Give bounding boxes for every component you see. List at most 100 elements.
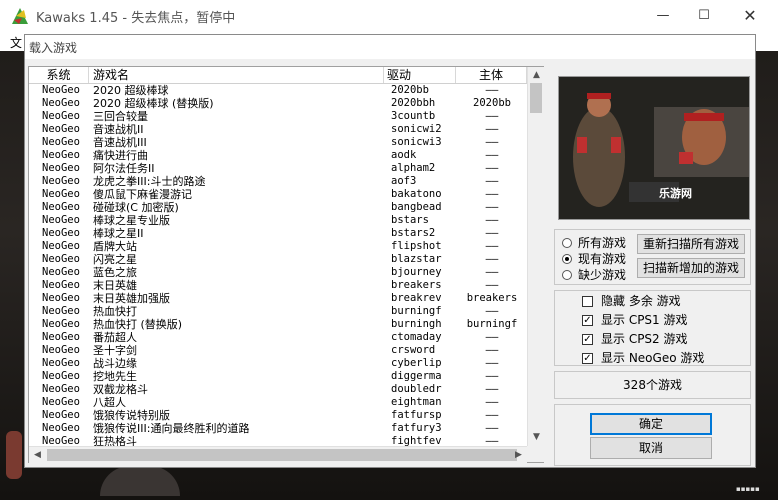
cell-game-name: 末日英雄: [93, 279, 137, 292]
game-row[interactable]: NeoGeo 痛快进行曲 aodk ——: [29, 149, 527, 162]
ok-button[interactable]: 确定: [590, 413, 712, 435]
radio-existing-games[interactable]: 现有游戏: [562, 251, 626, 267]
cell-driver: crsword: [391, 344, 436, 356]
menu-item-file[interactable]: 文: [10, 34, 22, 51]
maximize-icon[interactable]: ☐: [681, 0, 727, 31]
cell-system: NeoGeo: [42, 292, 80, 304]
scan-new-button[interactable]: 扫描新增加的游戏: [637, 258, 745, 278]
cell-system: NeoGeo: [42, 214, 80, 226]
horizontal-scroll-thumb[interactable]: [47, 449, 517, 461]
checkbox[interactable]: ✓: [582, 352, 593, 364]
cell-parent: ——: [485, 84, 499, 96]
check-show-neogeo[interactable]: ✓ 显示 NeoGeo 游戏: [582, 350, 704, 366]
cell-game-name: 末日英雄加强版: [93, 292, 170, 305]
cell-system: NeoGeo: [42, 422, 80, 434]
close-icon[interactable]: ✕: [727, 0, 773, 31]
game-row[interactable]: NeoGeo 碰碰球(C 加密版) bangbead ——: [29, 201, 527, 214]
cell-system: NeoGeo: [42, 344, 80, 356]
cell-system: NeoGeo: [42, 84, 80, 96]
scroll-up-icon[interactable]: ▲: [528, 67, 545, 83]
game-row[interactable]: NeoGeo 棒球之星II bstars2 ——: [29, 227, 527, 240]
checkbox[interactable]: ✓: [582, 333, 593, 345]
game-list[interactable]: 系统 游戏名 驱动 主体 NeoGeo 2020 超级棒球 2020bb —— NeoG…: [28, 66, 545, 463]
game-preview-image: 乐游网: [558, 76, 750, 220]
dialog-title: 载入游戏: [29, 41, 78, 55]
cell-system: NeoGeo: [42, 396, 80, 408]
cell-parent: ——: [485, 409, 499, 421]
radio-label: 所有游戏: [578, 236, 627, 250]
radio-button[interactable]: [562, 238, 572, 248]
column-header-driver[interactable]: 驱动: [384, 67, 456, 83]
column-header-parent[interactable]: 主体: [456, 67, 527, 83]
column-header-system[interactable]: 系统: [29, 67, 89, 83]
minimize-icon[interactable]: —: [640, 0, 686, 31]
scroll-down-icon[interactable]: ▼: [528, 429, 545, 445]
dialog-titlebar: 载入游戏: [25, 35, 755, 59]
game-row[interactable]: NeoGeo 傻瓜鼠下麻雀漫游记 bakatono ——: [29, 188, 527, 201]
radio-missing-games[interactable]: 缺少游戏: [562, 267, 626, 283]
game-row[interactable]: NeoGeo 挖地先生 diggerma ——: [29, 370, 527, 383]
horizontal-scrollbar[interactable]: ◀ ▶: [29, 446, 527, 463]
game-row[interactable]: NeoGeo 八超人 eightman ——: [29, 396, 527, 409]
rescan-all-button[interactable]: 重新扫描所有游戏: [637, 234, 745, 254]
game-row[interactable]: NeoGeo 末日英雄加强版 breakrev breakers: [29, 292, 527, 305]
game-row[interactable]: NeoGeo 2020 超级棒球 (替换版) 2020bbh 2020bb: [29, 97, 527, 110]
cell-system: NeoGeo: [42, 136, 80, 148]
game-row[interactable]: NeoGeo 盾牌大站 flipshot ——: [29, 240, 527, 253]
game-row[interactable]: NeoGeo 龙虎之拳III:斗士的路途 aof3 ——: [29, 175, 527, 188]
radio-button[interactable]: [562, 270, 572, 280]
radio-all-games[interactable]: 所有游戏: [562, 235, 626, 251]
cell-parent: ——: [485, 123, 499, 135]
kawaks-app-icon: [12, 8, 28, 24]
cell-game-name: 碰碰球(C 加密版): [93, 201, 179, 214]
game-row[interactable]: NeoGeo 2020 超级棒球 2020bb ——: [29, 84, 527, 97]
cell-game-name: 闪亮之星: [93, 253, 137, 266]
vertical-scrollbar[interactable]: ▲ ▼: [527, 67, 545, 446]
checkbox[interactable]: [582, 295, 593, 307]
cell-system: NeoGeo: [42, 188, 80, 200]
cell-parent: ——: [485, 175, 499, 187]
game-row[interactable]: NeoGeo 三回合较量 3countb ——: [29, 110, 527, 123]
game-row[interactable]: NeoGeo 末日英雄 breakers ——: [29, 279, 527, 292]
check-show-cps1[interactable]: ✓ 显示 CPS1 游戏: [582, 312, 688, 328]
cell-driver: cyberlip: [391, 357, 442, 369]
filter-group: 所有游戏 现有游戏 缺少游戏 重新扫描所有游戏 扫描新增加的游戏: [554, 229, 751, 285]
game-row[interactable]: NeoGeo 战斗边缘 cyberlip ——: [29, 357, 527, 370]
cell-parent: ——: [485, 162, 499, 174]
radio-button[interactable]: [562, 254, 572, 264]
checkbox[interactable]: ✓: [582, 314, 593, 326]
cell-game-name: 狂热格斗: [93, 435, 137, 446]
check-hide-redundant[interactable]: 隐藏 多余 游戏: [582, 293, 681, 309]
column-header-name[interactable]: 游戏名: [89, 67, 384, 83]
game-row[interactable]: NeoGeo 音速战机III sonicwi3 ——: [29, 136, 527, 149]
cell-parent: ——: [485, 344, 499, 356]
game-row[interactable]: NeoGeo 棒球之星专业版 bstars ——: [29, 214, 527, 227]
game-row[interactable]: NeoGeo 热血快打 burningf ——: [29, 305, 527, 318]
cell-game-name: 盾牌大站: [93, 240, 137, 253]
cell-system: NeoGeo: [42, 305, 80, 317]
vertical-scroll-thumb[interactable]: [530, 83, 542, 113]
scroll-right-icon[interactable]: ▶: [510, 447, 527, 463]
game-row[interactable]: NeoGeo 圣十字剑 crsword ——: [29, 344, 527, 357]
game-row[interactable]: NeoGeo 阿尔法任务II alpham2 ——: [29, 162, 527, 175]
cell-driver: bangbead: [391, 201, 442, 213]
game-row[interactable]: NeoGeo 热血快打 (替换版) burningh burningf: [29, 318, 527, 331]
cell-game-name: 三回合较量: [93, 110, 148, 123]
game-row[interactable]: NeoGeo 音速战机II sonicwi2 ——: [29, 123, 527, 136]
scroll-left-icon[interactable]: ◀: [29, 447, 46, 463]
cell-game-name: 阿尔法任务II: [93, 162, 155, 175]
game-row[interactable]: NeoGeo 闪亮之星 blazstar ——: [29, 253, 527, 266]
game-row[interactable]: NeoGeo 饿狼传说III:通向最终胜利的道路 fatfury3 ——: [29, 422, 527, 435]
game-row[interactable]: NeoGeo 番茄超人 ctomaday ——: [29, 331, 527, 344]
cell-game-name: 音速战机II: [93, 123, 144, 136]
check-show-cps2[interactable]: ✓ 显示 CPS2 游戏: [582, 331, 688, 347]
game-row[interactable]: NeoGeo 饿狼传说特别版 fatfursp ——: [29, 409, 527, 422]
cell-parent: ——: [485, 227, 499, 239]
game-row[interactable]: NeoGeo 狂热格斗 fightfev ——: [29, 435, 527, 446]
cancel-button[interactable]: 取消: [590, 437, 712, 459]
game-row[interactable]: NeoGeo 蓝色之旅 bjourney ——: [29, 266, 527, 279]
cell-game-name: 番茄超人: [93, 331, 137, 344]
cell-system: NeoGeo: [42, 253, 80, 265]
cell-game-name: 2020 超级棒球 (替换版): [93, 97, 214, 110]
game-row[interactable]: NeoGeo 双截龙格斗 doubledr ——: [29, 383, 527, 396]
